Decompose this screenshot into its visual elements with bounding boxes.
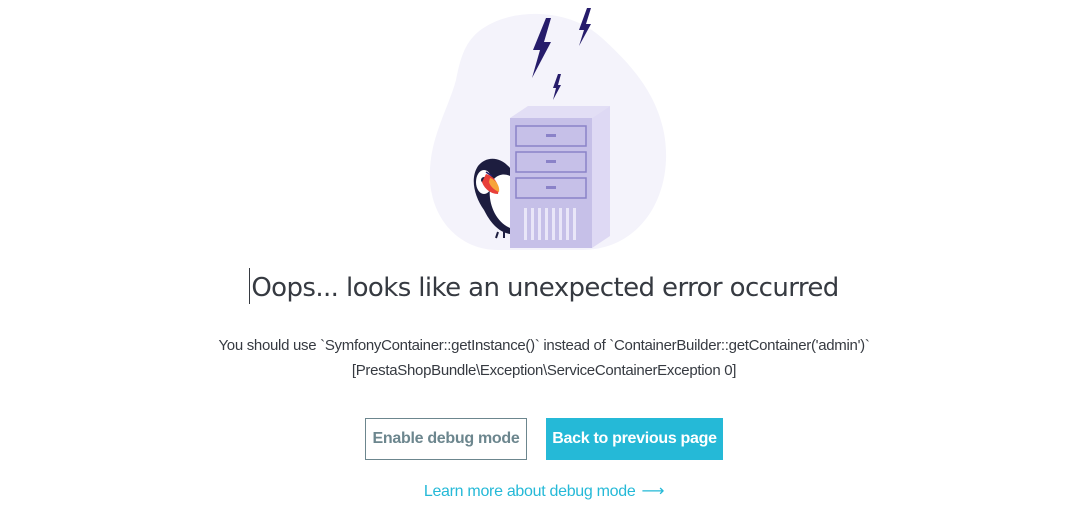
back-to-previous-page-button[interactable]: Back to previous page: [546, 418, 723, 460]
server-tower: [510, 106, 610, 248]
learn-more-link-label: Learn more about debug mode: [423, 483, 636, 500]
error-message: You should use `SymfonyContainer::getIns…: [0, 333, 1088, 383]
enable-debug-mode-button[interactable]: Enable debug mode: [365, 418, 527, 460]
server-error-illustration: [420, 0, 680, 252]
error-title-text: Oops... looks like an unexpected error o…: [251, 273, 839, 303]
error-title: Oops... looks like an unexpected error o…: [0, 268, 1088, 304]
error-message-line1: You should use `SymfonyContainer::getIns…: [218, 337, 870, 354]
error-message-line2: [PrestaShopBundle\Exception\ServiceConta…: [351, 362, 737, 379]
learn-more-debug-link[interactable]: Learn more about debug mode ⟶: [0, 481, 1088, 501]
arrow-right-icon: ⟶: [641, 481, 665, 500]
action-buttons: Enable debug mode Back to previous page: [0, 418, 1088, 460]
